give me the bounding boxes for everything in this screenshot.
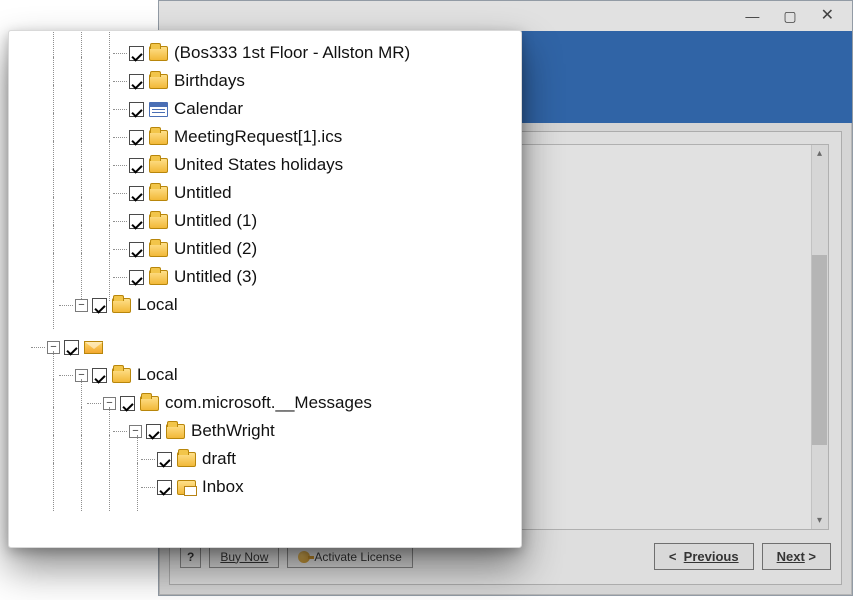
next-symbol: > — [808, 549, 816, 564]
buy-now-button[interactable]: Buy Now — [209, 546, 279, 568]
tree-item-label: Untitled (1) — [174, 211, 257, 231]
tree-checkbox[interactable] — [129, 242, 144, 257]
activate-license-button[interactable]: Activate License — [287, 546, 412, 568]
tree-row[interactable]: Untitled (2) — [9, 235, 521, 263]
tree-item-label: draft — [202, 449, 236, 469]
tree-row[interactable]: − BethWright — [9, 417, 521, 445]
tree-row[interactable]: −Local — [9, 361, 521, 389]
tree-checkbox[interactable] — [129, 158, 144, 173]
tree-item-label: com.microsoft.__Messages — [165, 393, 372, 413]
folder-tree-panel: (Bos333 1st Floor - Allston MR) Birthdays… — [8, 30, 522, 548]
tree-checkbox[interactable] — [64, 340, 79, 355]
maximize-icon[interactable]: ▢ — [783, 9, 796, 23]
tree-row[interactable]: Untitled (3) — [9, 263, 521, 291]
tree-row[interactable] — [9, 319, 521, 333]
mail-account-icon — [84, 341, 103, 354]
tree-row[interactable]: MeetingRequest[1].ics — [9, 123, 521, 151]
tree-row[interactable]: (Bos333 1st Floor - Allston MR) — [9, 39, 521, 67]
folder-icon — [149, 242, 168, 257]
scroll-down-icon[interactable]: ▾ — [812, 513, 827, 528]
folder-tree[interactable]: (Bos333 1st Floor - Allston MR) Birthdays… — [9, 39, 521, 501]
tree-checkbox[interactable] — [129, 130, 144, 145]
folder-icon — [149, 270, 168, 285]
tree-row[interactable]: − Local — [9, 291, 521, 319]
next-label: Next — [777, 549, 805, 564]
folder-icon — [149, 214, 168, 229]
help-button[interactable]: ? — [180, 546, 201, 568]
tree-checkbox[interactable] — [129, 270, 144, 285]
buy-now-label: Buy Now — [220, 550, 268, 564]
tree-checkbox[interactable] — [129, 74, 144, 89]
help-label: ? — [187, 550, 194, 564]
tree-item-label: Untitled (2) — [174, 239, 257, 259]
folder-icon — [149, 74, 168, 89]
tree-row[interactable]: Birthdays — [9, 67, 521, 95]
folder-icon — [112, 368, 131, 383]
tree-item-label: Untitled (3) — [174, 267, 257, 287]
tree-item-label: MeetingRequest[1].ics — [174, 127, 342, 147]
tree-item-label: Calendar — [174, 99, 243, 119]
tree-checkbox[interactable] — [120, 396, 135, 411]
next-button[interactable]: Next > — [762, 543, 831, 570]
folder-icon — [166, 424, 185, 439]
tree-item-label: Local — [137, 365, 178, 385]
tree-checkbox[interactable] — [129, 186, 144, 201]
tree-checkbox[interactable] — [157, 480, 172, 495]
tree-row[interactable]: United States holidays — [9, 151, 521, 179]
scroll-thumb[interactable] — [812, 255, 827, 445]
preview-pane: ▴ ▾ — [521, 144, 829, 530]
folder-icon — [149, 130, 168, 145]
folder-icon — [112, 298, 131, 313]
titlebar: — ▢ ✕ — [159, 1, 852, 31]
tree-item-label: Inbox — [202, 477, 244, 497]
folder-icon — [149, 186, 168, 201]
tree-row[interactable]: Untitled — [9, 179, 521, 207]
folder-icon — [149, 158, 168, 173]
folder-icon — [149, 46, 168, 61]
tree-checkbox[interactable] — [92, 368, 107, 383]
tree-row[interactable]: − — [9, 333, 521, 361]
tree-checkbox[interactable] — [129, 102, 144, 117]
collapse-icon[interactable]: − — [75, 299, 88, 312]
key-icon — [298, 551, 310, 563]
scroll-up-icon[interactable]: ▴ — [812, 146, 827, 161]
tree-item-label: United States holidays — [174, 155, 343, 175]
tree-row[interactable]: Untitled (1) — [9, 207, 521, 235]
tree-checkbox[interactable] — [129, 214, 144, 229]
tree-checkbox[interactable] — [129, 46, 144, 61]
activate-license-label: Activate License — [314, 550, 401, 564]
preview-scrollbar[interactable]: ▴ ▾ — [811, 145, 828, 529]
collapse-icon[interactable]: − — [129, 425, 142, 438]
tree-checkbox[interactable] — [92, 298, 107, 313]
tree-row[interactable]: Calendar — [9, 95, 521, 123]
tree-row[interactable]: draft — [9, 445, 521, 473]
prev-symbol: < — [669, 549, 677, 564]
tree-row[interactable]: Inbox — [9, 473, 521, 501]
folder-icon — [177, 452, 196, 467]
tree-row[interactable]: −com.microsoft.__Messages — [9, 389, 521, 417]
tree-item-label: Birthdays — [174, 71, 245, 91]
tree-checkbox[interactable] — [157, 452, 172, 467]
tree-item-label: (Bos333 1st Floor - Allston MR) — [174, 43, 410, 63]
inbox-icon — [177, 480, 196, 495]
previous-button[interactable]: < Previous — [654, 543, 754, 570]
tree-checkbox[interactable] — [146, 424, 161, 439]
tree-item-label: Local — [137, 295, 178, 315]
tree-item-label: BethWright — [191, 421, 275, 441]
close-icon[interactable]: ✕ — [821, 8, 834, 24]
calendar-icon — [149, 102, 168, 117]
folder-icon — [140, 396, 159, 411]
minimize-icon[interactable]: — — [745, 9, 759, 23]
tree-item-label: Untitled — [174, 183, 232, 203]
previous-label: Previous — [684, 549, 739, 564]
